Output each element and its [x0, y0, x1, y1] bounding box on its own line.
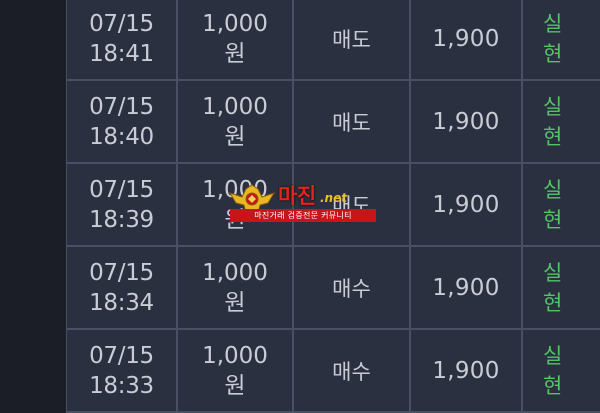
trade-side: 매도: [332, 110, 371, 135]
side-cell: 매수: [294, 247, 411, 328]
status-label-line1: 실: [543, 177, 563, 202]
amount-cell: 1,000 원: [178, 0, 294, 79]
table-row[interactable]: 07/15 18:33 1,000 원 매수 1,900 실 현: [67, 330, 600, 413]
trade-amount: 1,000: [202, 342, 268, 369]
watermark-logo: 마진 .net 마진거래 검증전문 커뮤니티: [228, 183, 378, 223]
trade-time: 18:39: [89, 206, 154, 233]
trade-date: 07/15: [89, 259, 154, 286]
status-label-line2: 현: [543, 207, 563, 232]
amount-cell: 1,000 원: [178, 81, 294, 162]
trade-side: 매수: [332, 359, 371, 384]
status-cell: 실 현: [523, 247, 600, 328]
status-label-line1: 실: [543, 11, 563, 36]
trade-price: 1,900: [432, 357, 500, 384]
amount-cell: 1,000 원: [178, 247, 294, 328]
side-cell: 매도: [294, 81, 411, 162]
trade-time: 18:33: [89, 372, 154, 399]
trade-date: 07/15: [89, 176, 154, 203]
status-cell: 실 현: [523, 330, 600, 411]
table-row[interactable]: 07/15 18:34 1,000 원 매수 1,900 실 현: [67, 247, 600, 330]
trade-price: 1,900: [432, 25, 500, 52]
price-cell: 1,900: [411, 81, 523, 162]
table-row[interactable]: 07/15 18:40 1,000 원 매도 1,900 실 현: [67, 81, 600, 164]
watermark-title: 마진: [278, 184, 316, 208]
watermark-tagline: 마진거래 검증전문 커뮤니티: [230, 209, 376, 222]
status-label-line1: 실: [543, 343, 563, 368]
time-cell: 07/15 18:40: [67, 81, 178, 162]
status-label-line2: 현: [543, 124, 563, 149]
trade-time: 18:41: [89, 40, 154, 67]
trade-date: 07/15: [89, 342, 154, 369]
currency-unit: 원: [224, 123, 246, 150]
amount-cell: 1,000 원: [178, 330, 294, 411]
time-cell: 07/15 18:41: [67, 0, 178, 79]
price-cell: 1,900: [411, 164, 523, 245]
side-cell: 매도: [294, 0, 411, 79]
status-cell: 실 현: [523, 81, 600, 162]
trade-price: 1,900: [432, 191, 500, 218]
trade-date: 07/15: [89, 10, 154, 37]
currency-unit: 원: [224, 40, 246, 67]
time-cell: 07/15 18:34: [67, 247, 178, 328]
price-cell: 1,900: [411, 330, 523, 411]
status-label-line1: 실: [543, 260, 563, 285]
trade-date: 07/15: [89, 93, 154, 120]
status-cell: 실 현: [523, 0, 600, 79]
trade-time: 18:40: [89, 123, 154, 150]
currency-unit: 원: [224, 372, 246, 399]
trade-side: 매수: [332, 276, 371, 301]
status-label-line2: 현: [543, 290, 563, 315]
trade-amount: 1,000: [202, 259, 268, 286]
trade-time: 18:34: [89, 289, 154, 316]
table-row[interactable]: 07/15 18:41 1,000 원 매도 1,900 실 현: [67, 0, 600, 81]
watermark-suffix: .net: [320, 191, 347, 205]
status-label-line1: 실: [543, 94, 563, 119]
trade-amount: 1,000: [202, 93, 268, 120]
trade-history-panel: 07/15 18:41 1,000 원 매도 1,900 실 현 07/15 1…: [0, 0, 600, 413]
trade-amount: 1,000: [202, 10, 268, 37]
time-cell: 07/15 18:39: [67, 164, 178, 245]
status-label-line2: 현: [543, 373, 563, 398]
time-cell: 07/15 18:33: [67, 330, 178, 411]
status-cell: 실 현: [523, 164, 600, 245]
trade-side: 매도: [332, 27, 371, 52]
status-label-line2: 현: [543, 41, 563, 66]
currency-unit: 원: [224, 289, 246, 316]
trade-price: 1,900: [432, 274, 500, 301]
trade-price: 1,900: [432, 108, 500, 135]
price-cell: 1,900: [411, 0, 523, 79]
price-cell: 1,900: [411, 247, 523, 328]
side-cell: 매수: [294, 330, 411, 411]
